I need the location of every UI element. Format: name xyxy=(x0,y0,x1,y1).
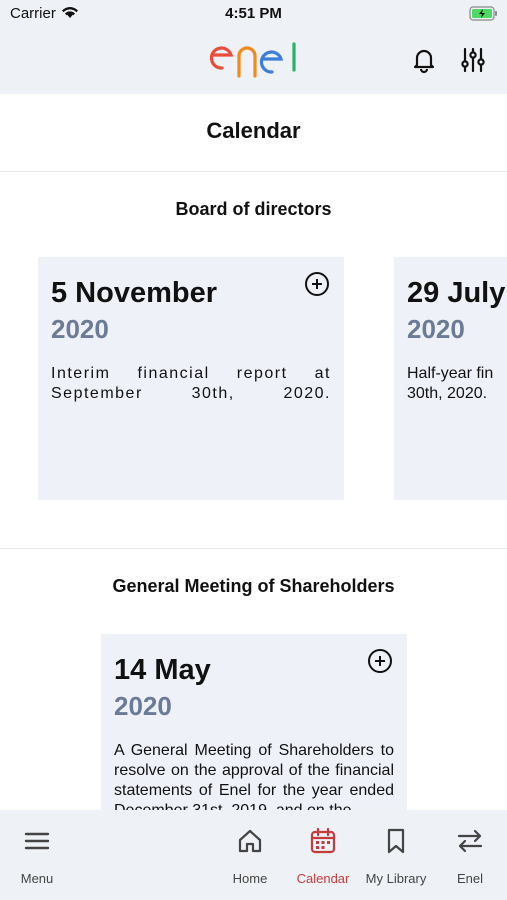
calendar-icon xyxy=(310,827,336,854)
section-divider xyxy=(0,548,507,549)
page-title: Calendar xyxy=(206,118,301,143)
sliders-icon[interactable] xyxy=(459,46,487,79)
tab-calendar[interactable]: Calendar xyxy=(283,810,363,900)
event-card[interactable]: 14 May 2020 A General Meeting of Shareho… xyxy=(101,634,407,810)
enel-logo[interactable] xyxy=(206,42,301,83)
tab-menu[interactable]: Menu xyxy=(0,810,77,900)
clock: 4:51 PM xyxy=(225,5,282,22)
battery-icon xyxy=(469,6,499,26)
card-year: 2020 xyxy=(407,314,465,344)
add-to-calendar-icon[interactable] xyxy=(367,648,393,679)
add-to-calendar-icon[interactable] xyxy=(304,271,330,302)
app-header xyxy=(0,28,507,94)
section-title-board: Board of directors xyxy=(175,199,332,219)
card-year: 2020 xyxy=(51,314,109,344)
section-title-meeting: General Meeting of Shareholders xyxy=(112,576,395,596)
event-card[interactable]: 5 November 2020 Interim financial report… xyxy=(38,257,344,500)
card-day: 5 November xyxy=(51,277,218,309)
card-year: 2020 xyxy=(114,691,172,721)
home-icon xyxy=(238,829,262,853)
card-description: Half-year fin 30th, 2020. xyxy=(407,365,494,402)
tab-my-library[interactable]: My Library xyxy=(356,810,436,900)
swap-icon xyxy=(457,829,483,853)
tab-label: My Library xyxy=(365,871,427,886)
tab-label: Home xyxy=(232,871,268,886)
tab-bar: Menu Home Calendar My Library Enel xyxy=(0,810,507,900)
tab-label: Calendar xyxy=(296,871,350,886)
bookmark-icon xyxy=(387,828,405,854)
card-day: 14 May xyxy=(114,654,211,686)
bell-icon[interactable] xyxy=(410,46,438,79)
menu-icon xyxy=(24,832,50,850)
event-card[interactable]: 29 July 2020 Half-year fin 30th, 2020. xyxy=(394,257,507,500)
tab-label: Enel xyxy=(456,871,484,886)
tab-label: Menu xyxy=(20,871,54,886)
title-area: Calendar xyxy=(0,94,507,172)
tab-home[interactable]: Home xyxy=(210,810,290,900)
tab-enel[interactable]: Enel xyxy=(430,810,507,900)
card-day: 29 July xyxy=(407,277,506,309)
status-bar: Carrier 4:51 PM xyxy=(0,0,507,28)
card-description: Interim financial report at September 30… xyxy=(51,365,331,402)
card-description: A General Meeting of Shareholders to res… xyxy=(114,742,394,810)
